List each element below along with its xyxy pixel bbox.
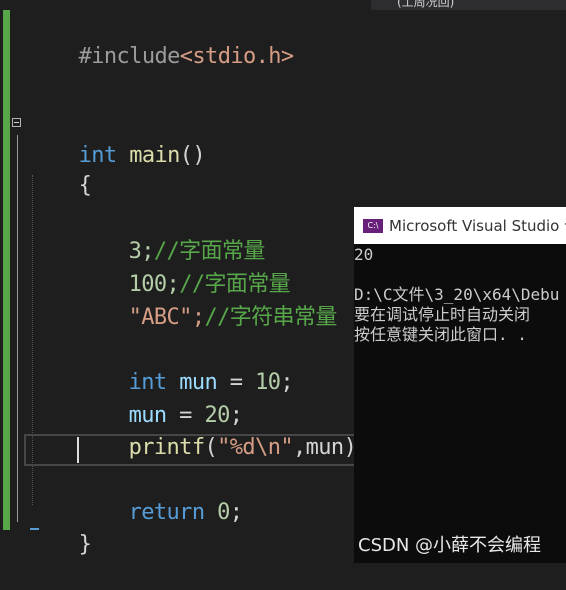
watermark-text: CSDN @小薛不会编程 bbox=[358, 535, 542, 556]
code-comment: //字符串常量 bbox=[204, 305, 337, 330]
open-brace: { bbox=[78, 173, 92, 198]
console-message-line: 要在调试停止时自动关闭 bbox=[354, 305, 531, 324]
number-literal: 10 bbox=[255, 370, 281, 395]
console-path-line: D:\C文件\3_20\x64\Debu bbox=[354, 285, 560, 304]
code-line-close-brace: } bbox=[28, 500, 92, 557]
close-brace: } bbox=[78, 532, 92, 557]
keyword-return: return bbox=[128, 500, 205, 525]
function-name: main bbox=[129, 143, 180, 168]
code-line-decl: int mun = 10; bbox=[78, 338, 294, 395]
debug-console-window[interactable]: C:\ Microsoft Visual Studio 调 20 D:\C文件\… bbox=[354, 207, 566, 563]
collapse-toggle-icon[interactable] bbox=[12, 118, 21, 127]
console-app-icon: C:\ bbox=[363, 219, 383, 233]
code-line-literal-3: "ABC";//字符串常量 bbox=[78, 273, 338, 330]
code-line-assign: mun = 20; bbox=[78, 371, 243, 428]
include-file: <stdio.h> bbox=[179, 44, 294, 69]
main-parens: () bbox=[179, 143, 206, 168]
console-title: Microsoft Visual Studio 调 bbox=[389, 217, 566, 235]
semicolon: ; bbox=[229, 500, 243, 525]
outline-gutter-line bbox=[17, 135, 18, 522]
change-indicator-bar bbox=[3, 10, 10, 530]
literal-code: "ABC"; bbox=[128, 305, 205, 330]
code-line-literal-2: 100;//字面常量 bbox=[78, 240, 291, 297]
end-marker bbox=[30, 528, 39, 530]
number-literal: 0 bbox=[217, 500, 230, 525]
console-message-line: 按任意键关闭此窗口. . bbox=[354, 325, 527, 344]
code-line-include: #include<stdio.h> bbox=[28, 12, 295, 69]
code-line-open-brace: { bbox=[28, 141, 92, 198]
tab-hint[interactable]: (工周况回) bbox=[371, 0, 566, 10]
include-directive: #include bbox=[78, 44, 181, 69]
code-line-literal-1: 3;//字面常量 bbox=[78, 207, 266, 264]
current-line-highlight bbox=[24, 434, 364, 466]
text-caret bbox=[77, 437, 79, 463]
semicolon: ; bbox=[280, 370, 294, 395]
console-title-bar[interactable]: C:\ Microsoft Visual Studio 调 bbox=[354, 207, 566, 244]
code-line-printf: printf("%d\n",mun); bbox=[78, 403, 370, 460]
code-line-main: int main() bbox=[28, 111, 206, 168]
tab-hint-label: (工周况回) bbox=[397, 0, 455, 9]
code-line-return: return 0; bbox=[78, 468, 243, 525]
console-output: 20 bbox=[354, 245, 374, 264]
